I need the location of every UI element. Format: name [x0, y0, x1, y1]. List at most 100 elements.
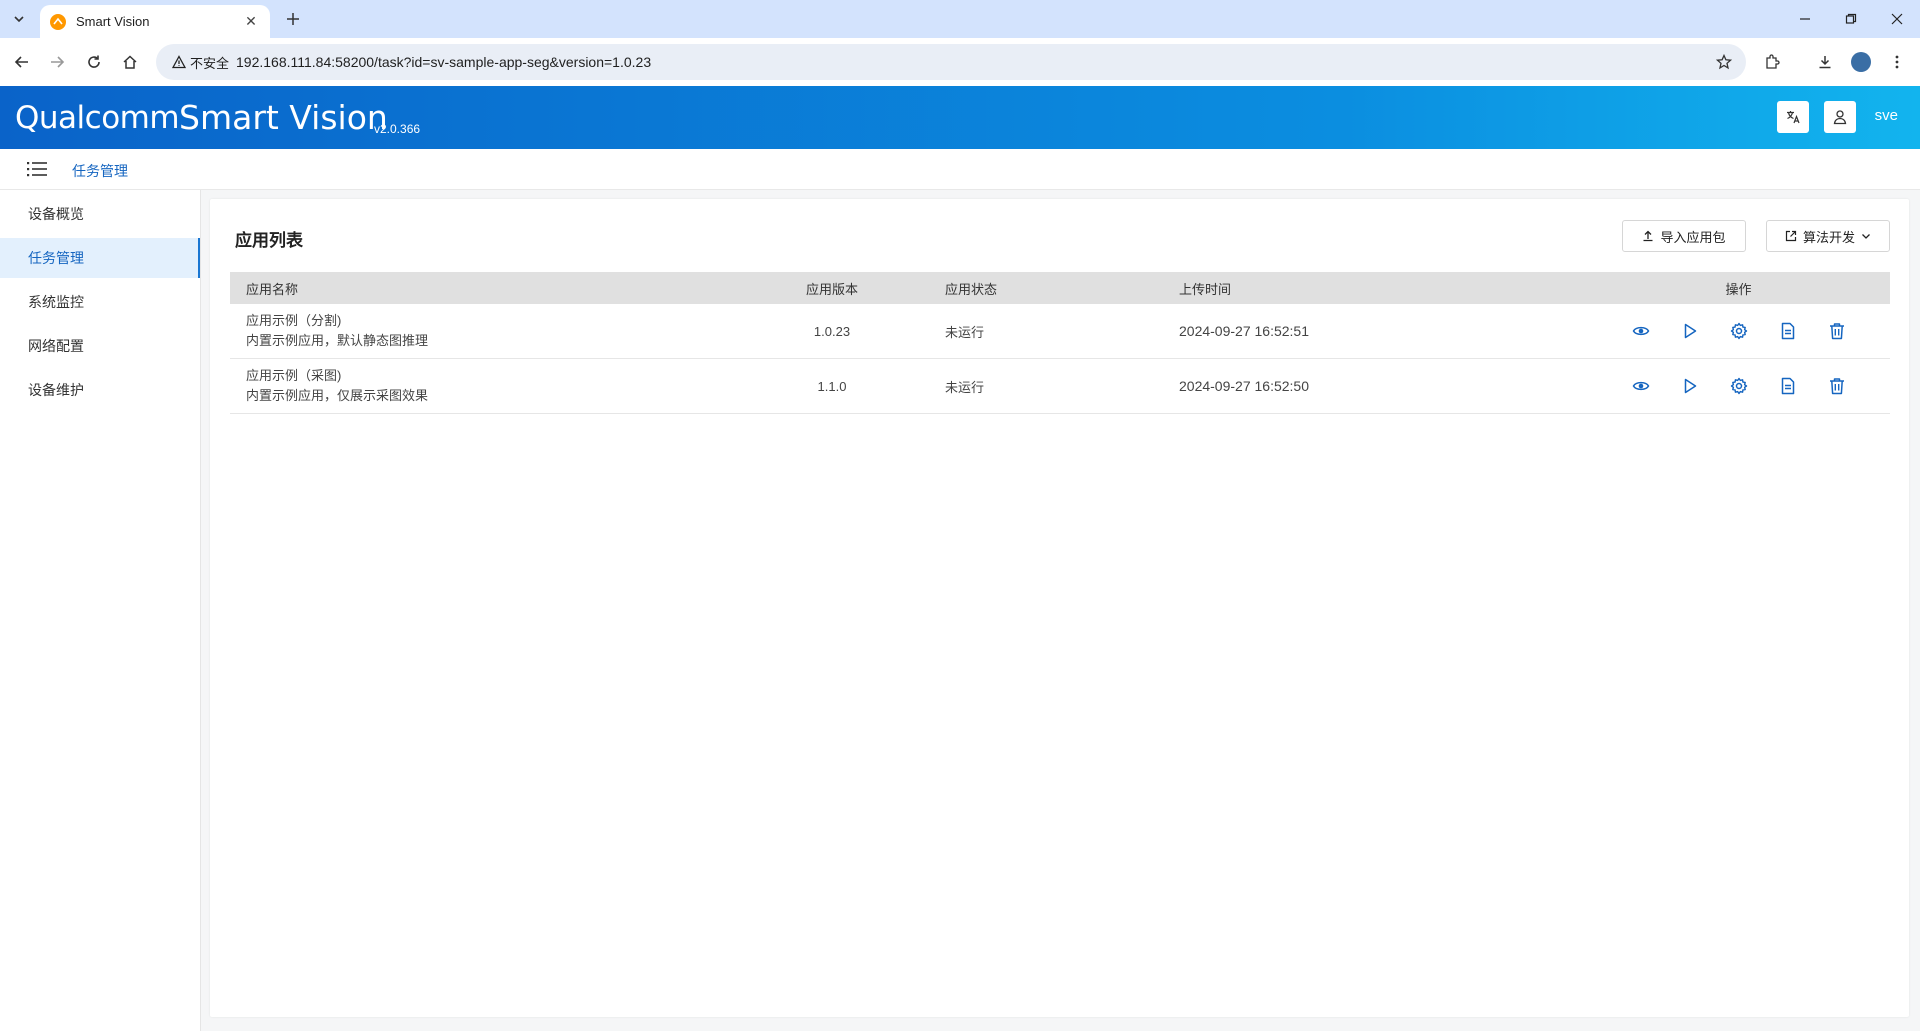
qualcomm-logo: Qualcomm [15, 100, 180, 136]
sidebar-item-device-maintenance[interactable]: 设备维护 [0, 370, 200, 410]
app-status: 未运行 [945, 324, 985, 340]
table-header: 应用名称 应用版本 应用状态 上传时间 操作 [230, 272, 1890, 304]
col-header-version: 应用版本 [805, 281, 858, 297]
app-header: Qualcomm Smart Vision v2.0.366 sve [0, 86, 1920, 149]
close-window-button[interactable] [1874, 6, 1920, 32]
language-button[interactable] [1777, 101, 1809, 133]
chevron-down-icon [1862, 234, 1870, 239]
app-description: 内置示例应用，仅展示采图效果 [246, 388, 429, 403]
star-icon [1716, 54, 1732, 70]
log-button[interactable] [1776, 319, 1800, 343]
home-icon [123, 55, 137, 69]
external-link-icon [1785, 230, 1797, 242]
tab-title: Smart Vision [76, 14, 150, 29]
profile-button[interactable] [1849, 50, 1873, 74]
app-upload-time: 2024-09-27 16:52:51 [1179, 323, 1309, 339]
forward-button[interactable] [45, 50, 69, 74]
user-button[interactable] [1824, 101, 1856, 133]
site-info-chip[interactable]: 不安全 [164, 50, 237, 74]
minimize-button[interactable] [1782, 6, 1828, 32]
arrow-right-icon [51, 56, 65, 68]
menu-toggle-button[interactable] [26, 159, 50, 179]
browser-tab-bar: Smart Vision ✕ [0, 0, 1920, 38]
page-title: 应用列表 [235, 231, 303, 250]
app-name: 应用示例（分割) [246, 313, 342, 328]
plus-icon [287, 13, 299, 25]
play-icon [1684, 378, 1696, 394]
sidebar-item-device-overview[interactable]: 设备概览 [0, 194, 200, 234]
extensions-button[interactable] [1760, 50, 1784, 74]
reload-icon [88, 55, 100, 68]
tab-close-icon[interactable]: ✕ [242, 13, 260, 30]
puzzle-icon [1766, 54, 1780, 69]
algorithm-dev-button[interactable]: 算法开发 [1766, 220, 1890, 252]
row-actions [1587, 319, 1890, 343]
address-bar[interactable]: 不安全 192.168.111.84:58200/task?id=sv-samp… [156, 44, 1746, 80]
reload-button[interactable] [82, 50, 106, 74]
sidebar-item-system-monitor[interactable]: 系统监控 [0, 282, 200, 322]
browser-menu-button[interactable] [1885, 50, 1909, 74]
upload-icon [1643, 230, 1653, 242]
new-tab-button[interactable] [282, 8, 304, 30]
bookmark-star-button[interactable] [1714, 52, 1734, 72]
list-menu-icon [27, 162, 47, 177]
delete-button[interactable] [1825, 319, 1849, 343]
home-button[interactable] [118, 50, 142, 74]
close-icon [1891, 13, 1903, 25]
app-status: 未运行 [945, 379, 985, 395]
table-row: 应用示例（分割) 内置示例应用，默认静态图推理 1.0.23 未运行 2024-… [230, 304, 1890, 359]
app-version: 1.0.23 [813, 323, 851, 339]
settings-button[interactable] [1727, 319, 1751, 343]
security-label: 不安全 [190, 55, 230, 71]
app-version: v2.0.366 [374, 122, 421, 136]
downloads-button[interactable] [1813, 50, 1837, 74]
app-list-card: 应用列表 导入应用包 算法开发 应用名称 应用版本 应用状态 上传时间 操作 应… [210, 199, 1909, 1017]
favicon-icon [50, 13, 66, 30]
restore-icon [1845, 13, 1857, 24]
avatar [1851, 52, 1871, 72]
col-header-name: 应用名称 [246, 281, 299, 297]
app-table: 应用名称 应用版本 应用状态 上传时间 操作 应用示例（分割) 内置示例应用，默… [230, 272, 1890, 414]
sidebar-item-network-config[interactable]: 网络配置 [0, 326, 200, 366]
settings-button[interactable] [1727, 374, 1751, 398]
eye-icon [1632, 381, 1649, 391]
app-name: Smart Vision [179, 98, 388, 137]
translate-icon [1787, 111, 1800, 124]
gear-icon [1730, 377, 1747, 395]
import-app-button[interactable]: 导入应用包 [1622, 220, 1746, 252]
trash-icon [1829, 378, 1844, 395]
tab-search-button[interactable] [8, 8, 30, 30]
trash-icon [1829, 323, 1844, 340]
table-row: 应用示例（采图) 内置示例应用，仅展示采图效果 1.1.0 未运行 2024-0… [230, 359, 1890, 414]
chevron-down-icon [14, 16, 24, 23]
app-version: 1.1.0 [817, 378, 847, 394]
run-button[interactable] [1678, 319, 1702, 343]
user-name[interactable]: sve [1875, 107, 1898, 124]
breadcrumb[interactable]: 任务管理 [72, 161, 128, 181]
log-button[interactable] [1776, 374, 1800, 398]
row-actions [1587, 374, 1890, 398]
user-icon [1833, 110, 1847, 125]
delete-button[interactable] [1825, 374, 1849, 398]
run-button[interactable] [1678, 374, 1702, 398]
back-button[interactable] [10, 50, 34, 74]
app-name: 应用示例（采图) [246, 368, 342, 383]
app-upload-time: 2024-09-27 16:52:50 [1179, 378, 1309, 394]
document-icon [1781, 377, 1794, 395]
view-button[interactable] [1629, 319, 1653, 343]
browser-toolbar: 不安全 192.168.111.84:58200/task?id=sv-samp… [0, 38, 1920, 86]
browser-tab[interactable]: Smart Vision ✕ [40, 5, 270, 38]
sidebar-item-task-management[interactable]: 任务管理 [0, 238, 200, 278]
restore-button[interactable] [1828, 6, 1874, 32]
breadcrumb-bar: 任务管理 [0, 149, 1920, 190]
more-vertical-icon [1895, 55, 1899, 69]
sidebar: 设备概览 任务管理 系统监控 网络配置 设备维护 [0, 190, 201, 1031]
algorithm-dev-label: 算法开发 [1802, 229, 1855, 245]
app-name-cell: 应用示例（采图) 内置示例应用，仅展示采图效果 [230, 366, 752, 406]
app-description: 内置示例应用，默认静态图推理 [246, 333, 429, 348]
col-header-upload-time: 上传时间 [1179, 281, 1232, 297]
url-text[interactable]: 192.168.111.84:58200/task?id=sv-sample-a… [236, 44, 651, 80]
download-icon [1819, 56, 1831, 69]
arrow-left-icon [14, 56, 28, 68]
view-button[interactable] [1629, 374, 1653, 398]
